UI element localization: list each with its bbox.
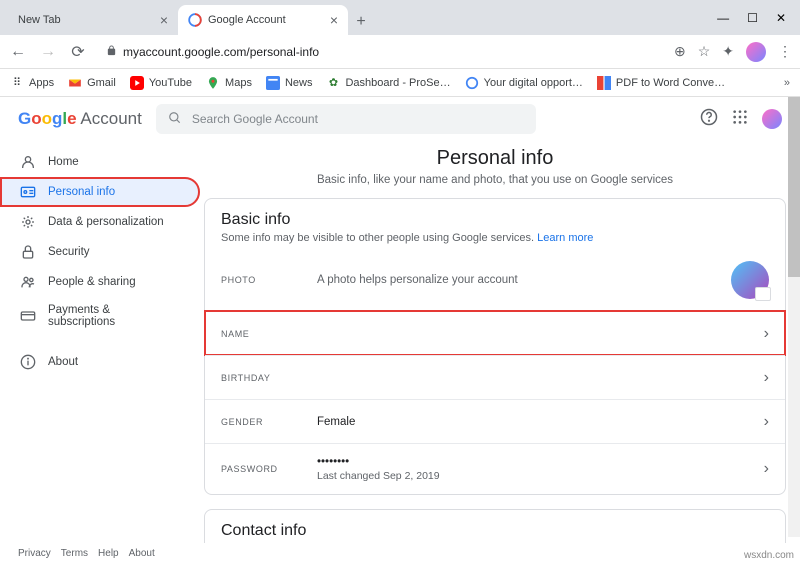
profile-avatar[interactable] xyxy=(746,42,766,62)
footer-link-about[interactable]: About xyxy=(129,548,155,559)
maximize-icon[interactable]: ☐ xyxy=(747,11,758,25)
new-tab-button[interactable]: + xyxy=(348,9,374,35)
back-button[interactable]: ← xyxy=(8,43,28,61)
help-icon[interactable] xyxy=(700,108,718,130)
sidebar-item-people[interactable]: People & sharing xyxy=(0,267,200,297)
sidebar-item-payments[interactable]: Payments & subscriptions xyxy=(0,297,200,335)
address-bar[interactable]: myaccount.google.com/personal-info xyxy=(98,39,664,65)
bookmark-dashboard[interactable]: ✿Dashboard - ProSe… xyxy=(326,76,450,90)
sidebar-item-security[interactable]: Security xyxy=(0,237,200,267)
forward-button[interactable]: → xyxy=(38,43,58,61)
bookmarks-bar: ⠿Apps Gmail YouTube Maps News ✿Dashboard… xyxy=(0,69,800,97)
pdf-icon xyxy=(597,76,611,90)
chevron-right-icon: › xyxy=(764,413,769,431)
chevron-right-icon: › xyxy=(764,460,769,478)
browser-tab-strip: New Tab × Google Account × + — ☐ ✕ xyxy=(0,0,800,35)
bookmark-gmail[interactable]: Gmail xyxy=(68,76,116,90)
page-footer: Privacy Terms Help About xyxy=(18,548,155,559)
footer-link-help[interactable]: Help xyxy=(98,548,119,559)
url-text: myaccount.google.com/personal-info xyxy=(123,45,319,59)
zoom-icon[interactable]: ⊕ xyxy=(674,43,686,60)
row-name[interactable]: NAME › xyxy=(205,311,785,355)
google-account-logo[interactable]: Google Account xyxy=(18,109,142,129)
row-password[interactable]: PASSWORD •••••••• Last changed Sep 2, 20… xyxy=(205,443,785,494)
tab-title: Google Account xyxy=(208,14,286,26)
page-subtitle: Basic info, like your name and photo, th… xyxy=(204,174,786,186)
bookmark-youtube[interactable]: YouTube xyxy=(130,76,192,90)
browser-toolbar: ← → ⟳ myaccount.google.com/personal-info… xyxy=(0,35,800,69)
search-input[interactable]: Search Google Account xyxy=(156,104,536,134)
youtube-icon xyxy=(130,76,144,90)
bookmark-pdf[interactable]: PDF to Word Conve… xyxy=(597,76,725,90)
row-birthday[interactable]: BIRTHDAY › xyxy=(205,355,785,399)
search-icon xyxy=(168,111,182,128)
apps-icon: ⠿ xyxy=(10,76,24,90)
profile-photo-thumb[interactable] xyxy=(731,261,769,299)
card-title: Basic info xyxy=(221,211,769,229)
card-subtitle: Some info may be visible to other people… xyxy=(221,232,769,244)
card-title: Contact info xyxy=(221,522,769,540)
chevron-right-icon: › xyxy=(764,325,769,343)
chevron-right-icon: › xyxy=(764,369,769,387)
basic-info-card: Basic info Some info may be visible to o… xyxy=(204,198,786,495)
sidebar-item-home[interactable]: Home xyxy=(0,147,200,177)
main-content: Personal info Basic info, like your name… xyxy=(200,141,800,543)
tab-title: New Tab xyxy=(18,14,61,26)
reload-button[interactable]: ⟳ xyxy=(68,42,88,62)
window-controls: — ☐ ✕ xyxy=(717,3,800,35)
bookmark-star-icon[interactable]: ☆ xyxy=(698,43,711,60)
menu-icon[interactable]: ⋮ xyxy=(778,43,792,60)
sidebar-item-personal-info[interactable]: Personal info xyxy=(0,177,200,207)
lock-icon xyxy=(106,45,117,59)
search-placeholder: Search Google Account xyxy=(192,112,318,126)
watermark: wsxdn.com xyxy=(744,550,794,561)
tab-google-account[interactable]: Google Account × xyxy=(178,5,348,35)
bookmarks-overflow-icon[interactable]: » xyxy=(784,77,790,89)
footer-link-privacy[interactable]: Privacy xyxy=(18,548,51,559)
row-photo[interactable]: PHOTO A photo helps personalize your acc… xyxy=(205,248,785,311)
tab-new-tab[interactable]: New Tab × xyxy=(8,5,178,35)
leaf-icon: ✿ xyxy=(326,76,340,90)
app-header: Google Account Search Google Account xyxy=(0,97,800,141)
close-icon[interactable]: × xyxy=(330,12,338,28)
sidebar-item-data[interactable]: Data & personalization xyxy=(0,207,200,237)
minimize-icon[interactable]: — xyxy=(717,11,729,25)
google-favicon xyxy=(188,13,202,27)
account-avatar[interactable] xyxy=(762,109,782,129)
news-icon xyxy=(266,76,280,90)
page-title: Personal info xyxy=(204,147,786,170)
bookmark-digital[interactable]: Your digital opport… xyxy=(465,76,583,90)
sidebar: Home Personal info Data & personalizatio… xyxy=(0,141,200,543)
bookmark-apps[interactable]: ⠿Apps xyxy=(10,76,54,90)
gmail-icon xyxy=(68,76,82,90)
row-gender[interactable]: GENDER Female › xyxy=(205,399,785,443)
bookmark-maps[interactable]: Maps xyxy=(206,76,252,90)
scrollbar[interactable] xyxy=(788,97,800,537)
extensions-icon[interactable]: ✦ xyxy=(722,43,734,60)
contact-info-card: Contact info EMAIL › PHONE › xyxy=(204,509,786,543)
learn-more-link[interactable]: Learn more xyxy=(537,232,593,244)
apps-grid-icon[interactable] xyxy=(732,109,748,129)
sidebar-item-about[interactable]: About xyxy=(0,347,200,377)
footer-link-terms[interactable]: Terms xyxy=(61,548,88,559)
google-icon xyxy=(465,76,479,90)
close-icon[interactable]: × xyxy=(160,12,168,28)
bookmark-news[interactable]: News xyxy=(266,76,313,90)
maps-icon xyxy=(206,76,220,90)
close-window-icon[interactable]: ✕ xyxy=(776,11,786,25)
